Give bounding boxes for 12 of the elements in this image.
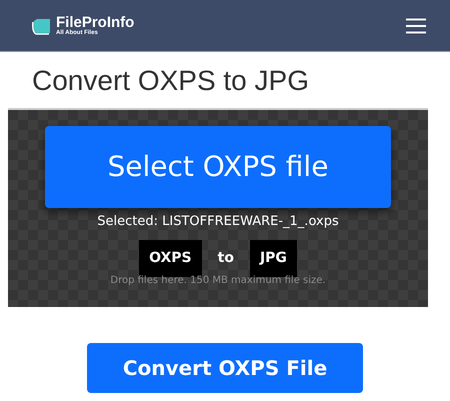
target-format-label: JPG: [250, 240, 297, 276]
page-title: Convert OXPS to JPG: [32, 64, 310, 98]
drop-hint-text: Drop files here. 150 MB maximum file size.: [110, 274, 326, 288]
drop-zone[interactable]: Select OXPS file Selected: LISTOFFREEWARE-_1_.oxps OXPS to JPG Drop files here. 150 MB maximum file size.: [8, 110, 428, 307]
selected-file-text: Selected: LISTOFFREEWARE-_1_.oxps: [97, 213, 339, 231]
logo-icon: [32, 16, 52, 34]
convert-button[interactable]: Convert OXPS File: [87, 343, 363, 393]
brand-name[interactable]: FileProInfo: [56, 15, 134, 30]
menu-icon[interactable]: [406, 18, 426, 34]
joiner-text: to: [218, 248, 234, 268]
source-format-label: OXPS: [139, 240, 202, 276]
select-file-button[interactable]: Select OXPS file: [45, 126, 391, 208]
